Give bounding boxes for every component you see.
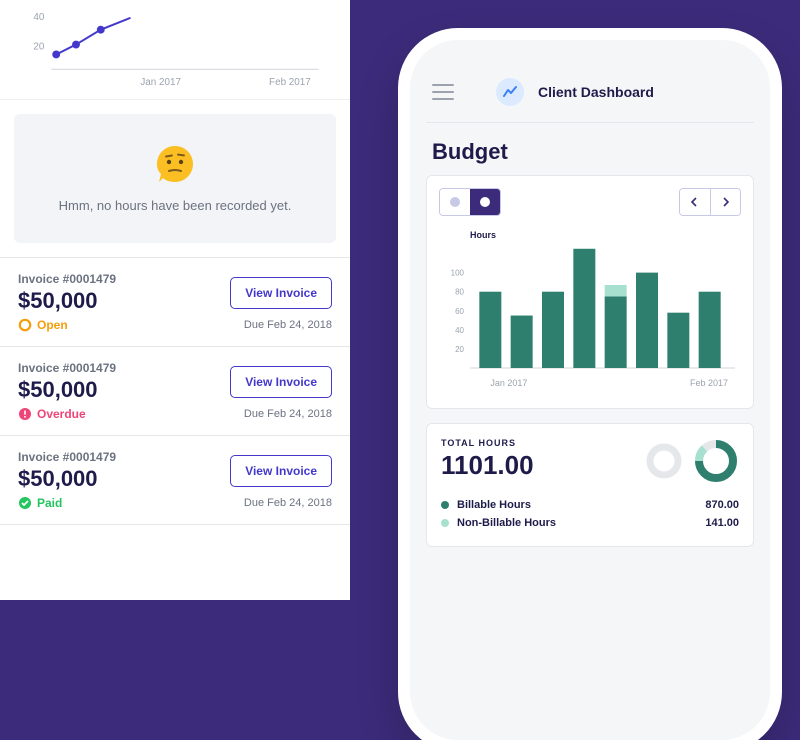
- legend-value: 141.00: [705, 517, 739, 529]
- donut-placeholder-icon: [645, 442, 683, 480]
- invoice-item: Invoice #0001479 View Invoice $50,000 Overd…: [0, 347, 350, 436]
- phone-mockup: Client Dashboard Budget Hours 20 40 60 80 100…: [410, 40, 770, 740]
- toggle-option-1[interactable]: [440, 189, 470, 215]
- invoice-amount: $50,000: [18, 377, 220, 403]
- donut-area: [645, 438, 739, 484]
- app-header: Client Dashboard: [426, 70, 754, 123]
- budget-card: Hours 20 40 60 80 100 Jan 2017 Feb 2017: [426, 175, 754, 409]
- next-button[interactable]: [710, 189, 740, 215]
- svg-text:60: 60: [455, 307, 464, 316]
- toggle-option-2[interactable]: [470, 189, 500, 215]
- invoice-status: Overdue: [18, 407, 220, 421]
- mini-line-chart: 40 20 Jan 2017 Feb 2017: [0, 0, 350, 100]
- section-title: Budget: [426, 123, 754, 175]
- svg-text:80: 80: [455, 288, 464, 297]
- app-title: Client Dashboard: [538, 84, 654, 100]
- legend-label: Non-Billable Hours: [457, 517, 556, 529]
- svg-text:20: 20: [455, 345, 464, 354]
- legend-row: Non-Billable Hours 141.00: [441, 514, 739, 532]
- legend-dot-icon: [441, 501, 449, 509]
- dashboard-left-panel: 40 20 Jan 2017 Feb 2017 Hmm, no hours ha…: [0, 0, 350, 600]
- y-tick: 40: [33, 12, 44, 23]
- invoice-status: Open: [18, 318, 220, 332]
- legend-value: 870.00: [705, 499, 739, 511]
- donut-chart-icon: [693, 438, 739, 484]
- x-tick: Feb 2017: [269, 77, 311, 88]
- svg-text:Feb 2017: Feb 2017: [690, 378, 728, 388]
- budget-toolbar: [439, 188, 741, 216]
- status-open-icon: [18, 318, 32, 332]
- invoice-due: Due Feb 24, 2018: [230, 408, 332, 420]
- svg-text:Jan 2017: Jan 2017: [490, 378, 527, 388]
- view-invoice-button[interactable]: View Invoice: [230, 277, 332, 309]
- invoice-list: Invoice #0001479 View Invoice $50,000 Open D…: [0, 257, 350, 525]
- invoice-status: Paid: [18, 496, 220, 510]
- svg-text:40: 40: [455, 326, 464, 335]
- invoice-amount: $50,000: [18, 288, 220, 314]
- empty-state-text: Hmm, no hours have been recorded yet.: [28, 198, 322, 213]
- invoice-due: Due Feb 24, 2018: [230, 497, 332, 509]
- legend-row: Billable Hours 870.00: [441, 496, 739, 514]
- view-invoice-button[interactable]: View Invoice: [230, 455, 332, 487]
- status-overdue-icon: [18, 407, 32, 421]
- invoice-item: Invoice #0001479 View Invoice $50,000 Open D…: [0, 258, 350, 347]
- x-tick: Jan 2017: [140, 77, 181, 88]
- view-toggle: [439, 188, 501, 216]
- svg-text:Hours: Hours: [470, 230, 496, 240]
- invoice-number: Invoice #0001479: [18, 450, 220, 464]
- total-hours-value: 1101.00: [441, 450, 631, 481]
- y-tick: 20: [33, 41, 44, 52]
- total-hours-label: TOTAL HOURS: [441, 438, 631, 448]
- totals-card: TOTAL HOURS 1101.00 Billable Hours 870.00…: [426, 423, 754, 547]
- invoice-number: Invoice #0001479: [18, 361, 220, 375]
- invoice-item: Invoice #0001479 View Invoice $50,000 Paid D…: [0, 436, 350, 525]
- empty-state-card: Hmm, no hours have been recorded yet.: [14, 114, 336, 243]
- hamburger-menu-icon[interactable]: [432, 84, 454, 100]
- view-invoice-button[interactable]: View Invoice: [230, 366, 332, 398]
- invoice-due: Due Feb 24, 2018: [230, 319, 332, 331]
- svg-text:100: 100: [451, 269, 465, 278]
- legend-label: Billable Hours: [457, 499, 531, 511]
- period-nav: [679, 188, 741, 216]
- legend-dot-icon: [441, 519, 449, 527]
- invoice-number: Invoice #0001479: [18, 272, 220, 286]
- prev-button[interactable]: [680, 189, 710, 215]
- hours-bar-chart: Hours 20 40 60 80 100 Jan 2017 Feb 2017: [439, 226, 741, 396]
- status-paid-icon: [18, 496, 32, 510]
- legend: Billable Hours 870.00 Non-Billable Hours 14…: [441, 496, 739, 532]
- invoice-amount: $50,000: [18, 466, 220, 492]
- logo-icon: [496, 78, 524, 106]
- thinking-face-icon: [155, 144, 195, 184]
